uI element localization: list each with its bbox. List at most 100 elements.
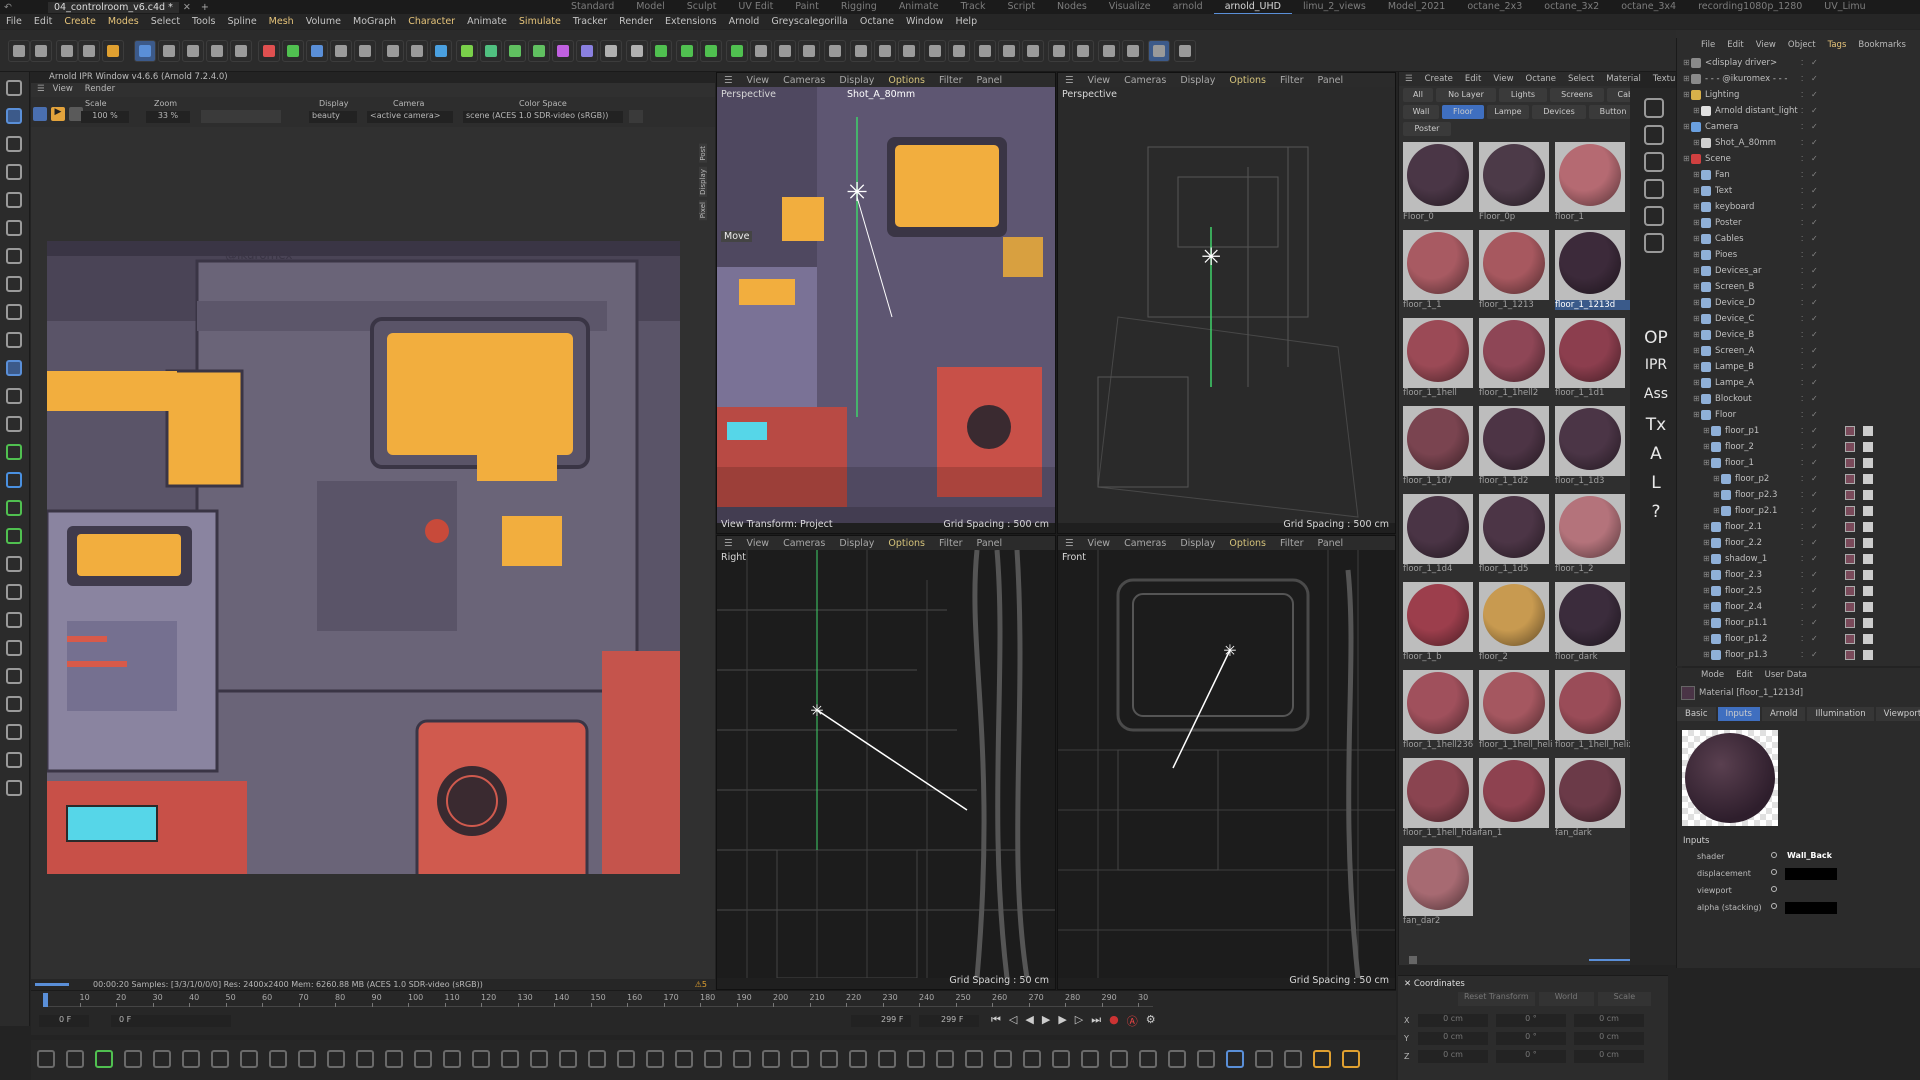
object-row[interactable]: ⊞ Shot_A_80mm ⁚ ✓	[1677, 136, 1920, 149]
left-tool-icon[interactable]	[6, 444, 22, 460]
enable-check-icon[interactable]: ✓	[1811, 570, 1821, 579]
toolbar-tool-icon[interactable]	[134, 40, 156, 62]
toolbar-tool-icon[interactable]	[1072, 40, 1094, 62]
object-row[interactable]: ⊞ <display driver> ⁚ ✓	[1677, 56, 1920, 69]
menu-simulate[interactable]: Simulate	[513, 16, 567, 27]
vp-menu-cameras[interactable]: Cameras	[776, 75, 832, 86]
side-strip-ass[interactable]: Ass	[1636, 386, 1676, 402]
material-swatch[interactable]: floor_2	[1479, 582, 1549, 662]
object-row[interactable]: ⊞ floor_p1.2 ⁚ ✓	[1677, 632, 1920, 645]
menu-arnold[interactable]: Arnold	[723, 16, 766, 27]
viewport-menu-icon[interactable]: ☰	[717, 538, 740, 549]
expand-icon[interactable]: ⊞	[1703, 522, 1711, 531]
bottom-tool-icon[interactable]	[356, 1050, 374, 1068]
toolbar-tool-icon[interactable]	[456, 40, 478, 62]
visibility-dots[interactable]: ⁚	[1801, 571, 1811, 579]
enable-check-icon[interactable]: ✓	[1811, 346, 1821, 355]
object-row[interactable]: ⊞ Device_B ⁚ ✓	[1677, 328, 1920, 341]
uv-tag-icon[interactable]	[1863, 553, 1873, 564]
material-tag-icon[interactable]	[1845, 553, 1855, 564]
material-tag-icon[interactable]	[1845, 505, 1855, 516]
attribute-link-icon[interactable]	[1771, 869, 1777, 875]
visibility-dots[interactable]: ⁚	[1801, 155, 1811, 163]
expand-icon[interactable]: ⊞	[1703, 538, 1711, 547]
side-strip-icon[interactable]	[1644, 179, 1664, 199]
expand-icon[interactable]: ⊞	[1693, 346, 1701, 355]
object-menu-object[interactable]: Object	[1782, 40, 1822, 50]
toolbar-tool-icon[interactable]	[78, 40, 100, 62]
bottom-tool-icon[interactable]	[37, 1050, 55, 1068]
toolbar-tool-icon[interactable]	[874, 40, 896, 62]
layout-tab[interactable]: Rigging	[830, 0, 888, 14]
expand-icon[interactable]: ⊞	[1693, 282, 1701, 291]
toolbar-tool-icon[interactable]	[700, 40, 722, 62]
layout-tab[interactable]: Sculpt	[676, 0, 728, 14]
material-tag-icon[interactable]	[1845, 457, 1855, 468]
visibility-dots[interactable]: ⁚	[1801, 107, 1811, 115]
enable-check-icon[interactable]: ✓	[1811, 634, 1821, 643]
menu-edit[interactable]: Edit	[28, 16, 58, 27]
vp-menu-view[interactable]: View	[1081, 75, 1118, 86]
bottom-tool-icon[interactable]	[66, 1050, 84, 1068]
left-tool-icon[interactable]	[6, 752, 22, 768]
material-zoom-slider[interactable]	[1589, 959, 1633, 961]
material-swatch[interactable]: floor_1_1hell_heli	[1479, 670, 1553, 750]
bottom-tool-icon[interactable]	[1168, 1050, 1186, 1068]
layout-tab[interactable]: Animate	[888, 0, 950, 14]
vp-menu-filter[interactable]: Filter	[1273, 75, 1311, 86]
object-row[interactable]: ⊞ floor_p1.3 ⁚ ✓	[1677, 648, 1920, 661]
expand-icon[interactable]: ⊞	[1683, 154, 1691, 163]
toolbar-tool-icon[interactable]	[480, 40, 502, 62]
toolbar-tool-icon[interactable]	[650, 40, 672, 62]
material-swatch[interactable]: fan_dark	[1555, 758, 1625, 838]
prev-frame-icon[interactable]: ◀	[1025, 1013, 1033, 1029]
visibility-dots[interactable]: ⁚	[1801, 555, 1811, 563]
side-strip-icon[interactable]	[1644, 206, 1664, 226]
layout-tab[interactable]: Model	[625, 0, 676, 14]
material-swatch[interactable]: Floor_0	[1403, 142, 1473, 222]
object-menu-file[interactable]: File	[1695, 40, 1721, 50]
bottom-tool-icon[interactable]	[1139, 1050, 1157, 1068]
expand-icon[interactable]: ⊞	[1693, 394, 1701, 403]
toolbar-tool-icon[interactable]	[576, 40, 598, 62]
toolbar-tool-icon[interactable]	[206, 40, 228, 62]
vp-menu-view[interactable]: View	[740, 538, 777, 549]
bottom-tool-icon[interactable]	[95, 1050, 113, 1068]
expand-icon[interactable]: ⊞	[1693, 186, 1701, 195]
expand-icon[interactable]: ⊞	[1703, 554, 1711, 563]
uv-tag-icon[interactable]	[1863, 505, 1873, 516]
visibility-dots[interactable]: ⁚	[1801, 651, 1811, 659]
expand-icon[interactable]: ⊞	[1693, 138, 1701, 147]
visibility-dots[interactable]: ⁚	[1801, 507, 1811, 515]
layout-tab[interactable]: Paint	[784, 0, 830, 14]
side-strip-icon[interactable]	[1644, 233, 1664, 253]
bottom-tool-icon[interactable]	[1197, 1050, 1215, 1068]
material-filter-devices[interactable]: Devices	[1532, 105, 1586, 119]
menu-tools[interactable]: Tools	[186, 16, 221, 27]
layout-tab[interactable]: recording1080p_1280	[1687, 0, 1813, 14]
toolbar-tool-icon[interactable]	[600, 40, 622, 62]
material-swatch[interactable]: floor_1_1d7	[1403, 406, 1473, 486]
material-swatch[interactable]: floor_1_1d3	[1555, 406, 1625, 486]
left-tool-icon[interactable]	[6, 108, 22, 124]
material-swatch[interactable]: floor_1_1hell_hdar	[1403, 758, 1479, 838]
object-row[interactable]: ⊞ shadow_1 ⁚ ✓	[1677, 552, 1920, 565]
object-row[interactable]: ⊞ floor_p1.1 ⁚ ✓	[1677, 616, 1920, 629]
rotation-field[interactable]: 0 °	[1496, 1050, 1566, 1063]
material-swatch[interactable]: fan_dar2	[1403, 846, 1473, 926]
side-strip-icon[interactable]	[1644, 125, 1664, 145]
visibility-dots[interactable]: ⁚	[1801, 363, 1811, 371]
material-menu-octane[interactable]: Octane	[1520, 74, 1563, 84]
expand-icon[interactable]: ⊞	[1693, 378, 1701, 387]
material-swatch[interactable]: Floor_0p	[1479, 142, 1549, 222]
bottom-tool-icon[interactable]	[124, 1050, 142, 1068]
expand-icon[interactable]: ⊞	[1683, 74, 1691, 83]
object-row[interactable]: ⊞ floor_2.5 ⁚ ✓	[1677, 584, 1920, 597]
enable-check-icon[interactable]: ✓	[1811, 218, 1821, 227]
bottom-tool-icon[interactable]	[530, 1050, 548, 1068]
toolbar-tool-icon[interactable]	[774, 40, 796, 62]
enable-check-icon[interactable]: ✓	[1811, 522, 1821, 531]
material-menu-view[interactable]: View	[1487, 74, 1519, 84]
visibility-dots[interactable]: ⁚	[1801, 283, 1811, 291]
material-swatch[interactable]: floor_1_1hell2	[1479, 318, 1549, 398]
